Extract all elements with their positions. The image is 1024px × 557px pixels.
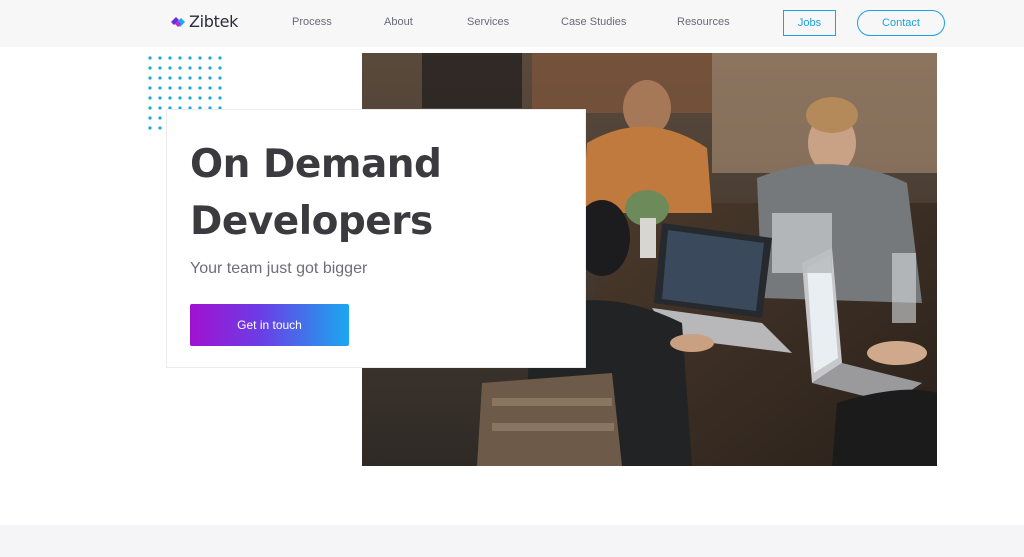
hero-card: On Demand Developers Your team just got … <box>167 110 585 367</box>
brand-name: Zibtek <box>189 12 239 31</box>
nav-services[interactable]: Services <box>467 16 509 28</box>
nav-resources[interactable]: Resources <box>677 16 730 28</box>
hero-subtitle: Your team just got bigger <box>190 260 368 277</box>
nav-about[interactable]: About <box>384 16 413 28</box>
next-section-band <box>0 525 1024 557</box>
contact-button[interactable]: Contact <box>857 10 945 36</box>
hero-title-line2: Developers <box>190 199 433 244</box>
nav-process[interactable]: Process <box>292 16 332 28</box>
jobs-button[interactable]: Jobs <box>783 10 836 36</box>
get-in-touch-button[interactable]: Get in touch <box>190 304 349 346</box>
zibtek-logo-icon <box>171 16 185 27</box>
hero-title: On Demand Developers <box>190 136 442 250</box>
site-header: Zibtek Process About Services Case Studi… <box>0 0 1024 47</box>
brand-logo[interactable]: Zibtek <box>170 12 238 31</box>
nav-case-studies[interactable]: Case Studies <box>561 16 626 28</box>
hero-title-line1: On Demand <box>190 142 442 187</box>
